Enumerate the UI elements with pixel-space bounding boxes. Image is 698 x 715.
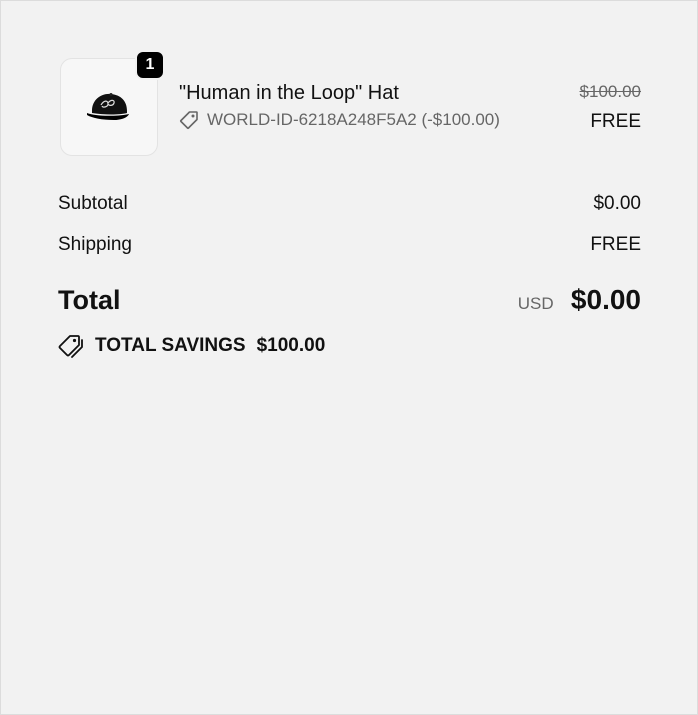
total-value-group: USD $0.00 [518, 284, 641, 316]
item-info: "Human in the Loop" Hat WORLD-ID-6218A24… [179, 58, 580, 130]
subtotal-value: $0.00 [593, 193, 641, 214]
subtotal-label: Subtotal [58, 193, 128, 214]
line-item: 1 "Human in the Loop" Hat WORLD-ID-6218A… [58, 50, 641, 158]
final-price: FREE [590, 111, 641, 132]
product-title: "Human in the Loop" Hat [179, 82, 399, 104]
order-summary-panel: 1 "Human in the Loop" Hat WORLD-ID-6218A… [0, 0, 698, 715]
total-row: Total USD $0.00 [58, 284, 641, 316]
tag-icon [179, 111, 198, 130]
total-value: $0.00 [570, 284, 641, 315]
black-cap-icon [87, 93, 129, 120]
item-price: $100.00 FREE [580, 58, 641, 133]
quantity-badge: 1 [135, 50, 165, 80]
currency-code: USD [517, 294, 554, 313]
subtotal-row: Subtotal $0.00 [58, 193, 641, 215]
savings-label: TOTAL SAVINGS [95, 335, 246, 356]
total-label: Total [58, 285, 121, 315]
total-savings: TOTAL SAVINGS $100.00 [58, 334, 641, 358]
product-thumbnail-wrap: 1 [60, 50, 165, 156]
savings-value: $100.00 [256, 335, 326, 356]
shipping-row: Shipping FREE [58, 234, 641, 256]
tags-icon [58, 335, 83, 358]
order-summary: 1 "Human in the Loop" Hat WORLD-ID-6218A… [58, 50, 641, 358]
shipping-label: Shipping [58, 234, 132, 255]
shipping-value: FREE [590, 234, 641, 255]
discount-code: WORLD-ID-6218A248F5A2 (-$100.00) [207, 110, 500, 129]
original-price: $100.00 [579, 82, 641, 101]
discount-row: WORLD-ID-6218A248F5A2 (-$100.00) [179, 110, 580, 130]
